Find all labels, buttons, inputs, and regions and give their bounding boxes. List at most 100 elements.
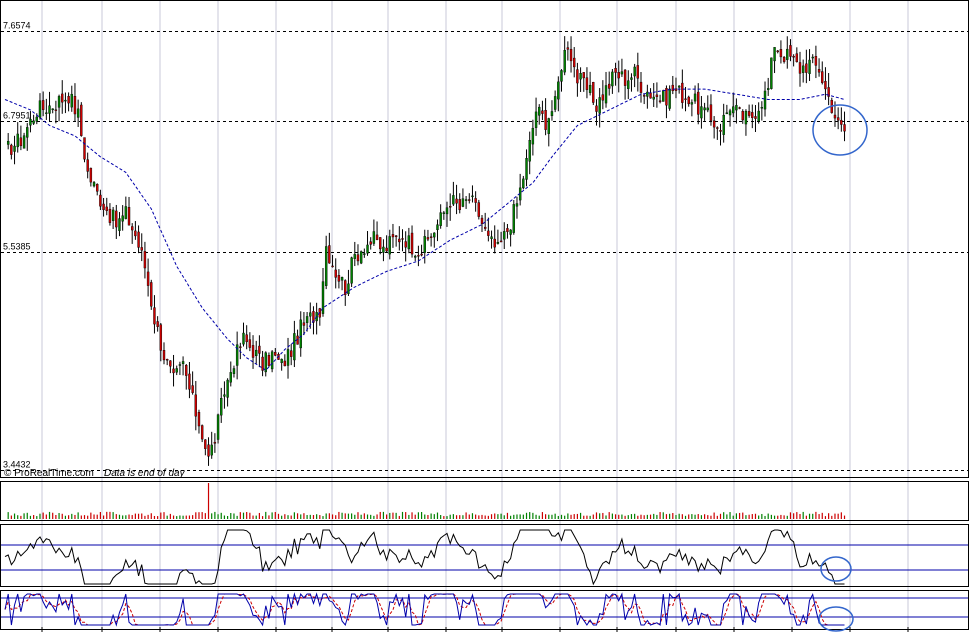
candle-body: [111, 209, 115, 221]
level-label-0: 7.6574: [3, 21, 31, 31]
candle-body: [401, 238, 404, 240]
candle-body: [703, 107, 706, 111]
candle-body: [73, 96, 77, 115]
volume-bar: [160, 512, 162, 519]
volume-bar: [554, 513, 556, 519]
candle-body: [331, 265, 334, 268]
volume-bar: [802, 511, 804, 519]
indicator-1-line: [4, 529, 845, 586]
candle-body: [363, 253, 366, 255]
candlesticks: [6, 36, 846, 466]
volume-bar: [500, 513, 502, 519]
candle-body: [299, 319, 302, 349]
candle-body: [414, 255, 417, 258]
volume-bar: [325, 513, 327, 519]
volume-bar: [573, 514, 575, 519]
candle-body: [557, 81, 560, 100]
volume-bar: [147, 514, 149, 519]
volume-bar: [567, 513, 569, 519]
candle-body: [741, 111, 744, 121]
candle-body: [461, 198, 465, 207]
volume-bar: [675, 515, 677, 519]
volume-bar: [522, 514, 524, 519]
volume-bar: [545, 514, 547, 519]
candle-body: [19, 137, 23, 147]
candle-body: [684, 98, 687, 100]
volume-bar: [220, 512, 222, 519]
candle-body: [29, 119, 32, 126]
indicator-2-annotation-circle: [818, 606, 854, 632]
candle-body: [96, 184, 99, 192]
volume-bar: [745, 515, 747, 519]
candle-body: [751, 112, 754, 118]
volume-bar: [188, 515, 191, 519]
volume-bar: [255, 515, 257, 519]
volume-bar: [233, 513, 235, 519]
candle-body: [534, 111, 538, 128]
volume-bar: [309, 514, 311, 519]
level-label-2: 5.5385: [3, 242, 31, 252]
volume-bar: [525, 512, 528, 519]
candle-body: [808, 59, 811, 74]
volume-bar: [608, 512, 610, 519]
volume-bar: [796, 512, 798, 519]
candle-body: [248, 339, 252, 348]
candle-body: [588, 84, 592, 93]
volume-bar: [39, 513, 41, 519]
candle-body: [789, 45, 792, 57]
volume-bar: [484, 515, 486, 519]
candle-body: [687, 96, 690, 105]
volume-bar: [828, 513, 830, 519]
candle-body: [410, 232, 414, 255]
volume-bar: [201, 512, 203, 519]
candle-body: [528, 140, 531, 162]
volume-bar: [764, 515, 766, 519]
candle-body: [92, 182, 96, 187]
volume-bar: [366, 514, 369, 519]
candle-body: [356, 254, 360, 262]
volume-bar: [541, 512, 544, 519]
candle-body: [353, 254, 356, 259]
volume-bar: [614, 514, 617, 519]
volume-bar: [805, 515, 807, 519]
candle-body: [633, 66, 636, 77]
volume-bar: [564, 515, 566, 519]
candle-body: [398, 238, 401, 243]
candle-body: [213, 441, 217, 444]
volume-bar: [268, 515, 270, 519]
candle-body: [814, 56, 818, 66]
candle-body: [773, 47, 776, 62]
volume-bar: [818, 514, 820, 519]
volume-bar: [373, 515, 375, 519]
volume-bar: [284, 514, 286, 519]
volume-bars: [7, 483, 846, 519]
volume-bar: [376, 514, 378, 519]
candle-body: [309, 312, 312, 317]
volume-bar: [277, 513, 280, 519]
volume-bar: [417, 512, 419, 519]
volume-bar: [137, 513, 140, 519]
volume-bar: [812, 513, 814, 519]
volume-bar: [640, 514, 642, 519]
candle-body: [67, 95, 70, 104]
candle-body: [191, 385, 194, 393]
volume-bar: [611, 513, 613, 519]
volume-bar: [723, 512, 725, 519]
candle-body: [359, 251, 363, 264]
volume-bar: [287, 515, 289, 519]
volume-bar: [64, 515, 67, 519]
volume-bar: [106, 511, 108, 519]
volume-bar: [55, 515, 57, 519]
candle-body: [216, 414, 220, 440]
volume-bar: [217, 514, 219, 519]
volume-bar: [583, 515, 585, 519]
volume-bar: [758, 515, 760, 519]
volume-bar: [344, 513, 346, 519]
volume-bar: [265, 511, 267, 519]
candle-body: [51, 108, 54, 111]
candle-body: [833, 114, 837, 119]
volume-bar: [669, 513, 671, 519]
volume-bar: [13, 513, 16, 519]
volume-bar: [338, 511, 340, 519]
candle-body: [627, 80, 630, 89]
